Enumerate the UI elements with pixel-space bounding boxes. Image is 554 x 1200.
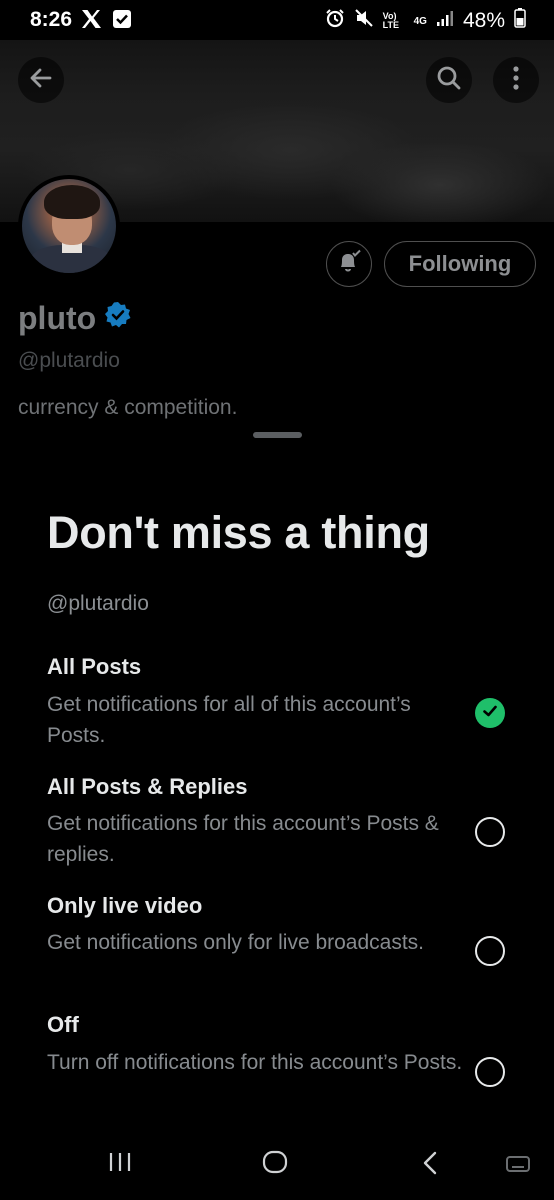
option-live-video-description: Get notifications only for live broadcas… [47, 931, 425, 954]
option-all-posts-replies-description: Get notifications for this account’s Pos… [47, 812, 439, 866]
battery-icon [514, 8, 526, 34]
checkbox-notification-icon [112, 9, 132, 35]
bell-check-icon [336, 249, 362, 280]
recent-apps-icon[interactable] [108, 1150, 132, 1179]
search-icon [436, 65, 462, 96]
avatar[interactable] [18, 175, 120, 277]
profile-bio: currency & competition. [18, 396, 238, 419]
option-off-radio[interactable] [475, 1057, 505, 1087]
back-icon[interactable] [420, 1150, 440, 1181]
notification-bell-button[interactable] [326, 241, 372, 287]
option-all-posts-radio[interactable] [475, 698, 505, 728]
keyboard-toggle-icon[interactable] [505, 1154, 531, 1179]
option-all-posts-title[interactable]: All Posts [47, 654, 141, 680]
status-time: 8:26 [30, 8, 73, 31]
profile-name-row: pluto [18, 300, 132, 337]
signal-icon [436, 9, 454, 33]
home-icon[interactable] [262, 1150, 288, 1179]
profile-name: pluto [18, 300, 97, 336]
option-off-description: Turn off notifications for this account’… [47, 1051, 463, 1074]
x-app-icon [80, 9, 102, 35]
profile-handle: @plutardio [18, 349, 120, 372]
sheet-handle: @plutardio [47, 592, 149, 615]
verified-badge-icon [104, 300, 132, 337]
more-vertical-icon [512, 65, 520, 96]
mute-icon [354, 8, 374, 34]
option-off-title[interactable]: Off [47, 1012, 79, 1038]
following-button[interactable]: Following [384, 241, 536, 287]
sheet-grabber[interactable] [253, 432, 302, 438]
option-live-video-radio[interactable] [475, 936, 505, 966]
alarm-icon [325, 8, 345, 34]
status-bar: 8:26 Vo) LTE 4G 48% [0, 0, 554, 40]
option-all-posts-replies-radio[interactable] [475, 817, 505, 847]
network-4g-icon: 4G [413, 15, 427, 27]
back-button[interactable] [18, 57, 64, 103]
search-button[interactable] [426, 57, 472, 103]
sheet-title: Don't miss a thing [47, 507, 430, 558]
more-button[interactable] [493, 57, 539, 103]
battery-percent: 48% [462, 9, 505, 32]
option-live-video-title[interactable]: Only live video [47, 893, 202, 919]
checkmark-icon [481, 702, 499, 725]
option-all-posts-replies-title[interactable]: All Posts & Replies [47, 774, 248, 800]
option-all-posts-description: Get notifications for all of this accoun… [47, 693, 411, 747]
volte-icon: Vo) LTE [382, 11, 399, 30]
back-arrow-icon [28, 65, 54, 96]
